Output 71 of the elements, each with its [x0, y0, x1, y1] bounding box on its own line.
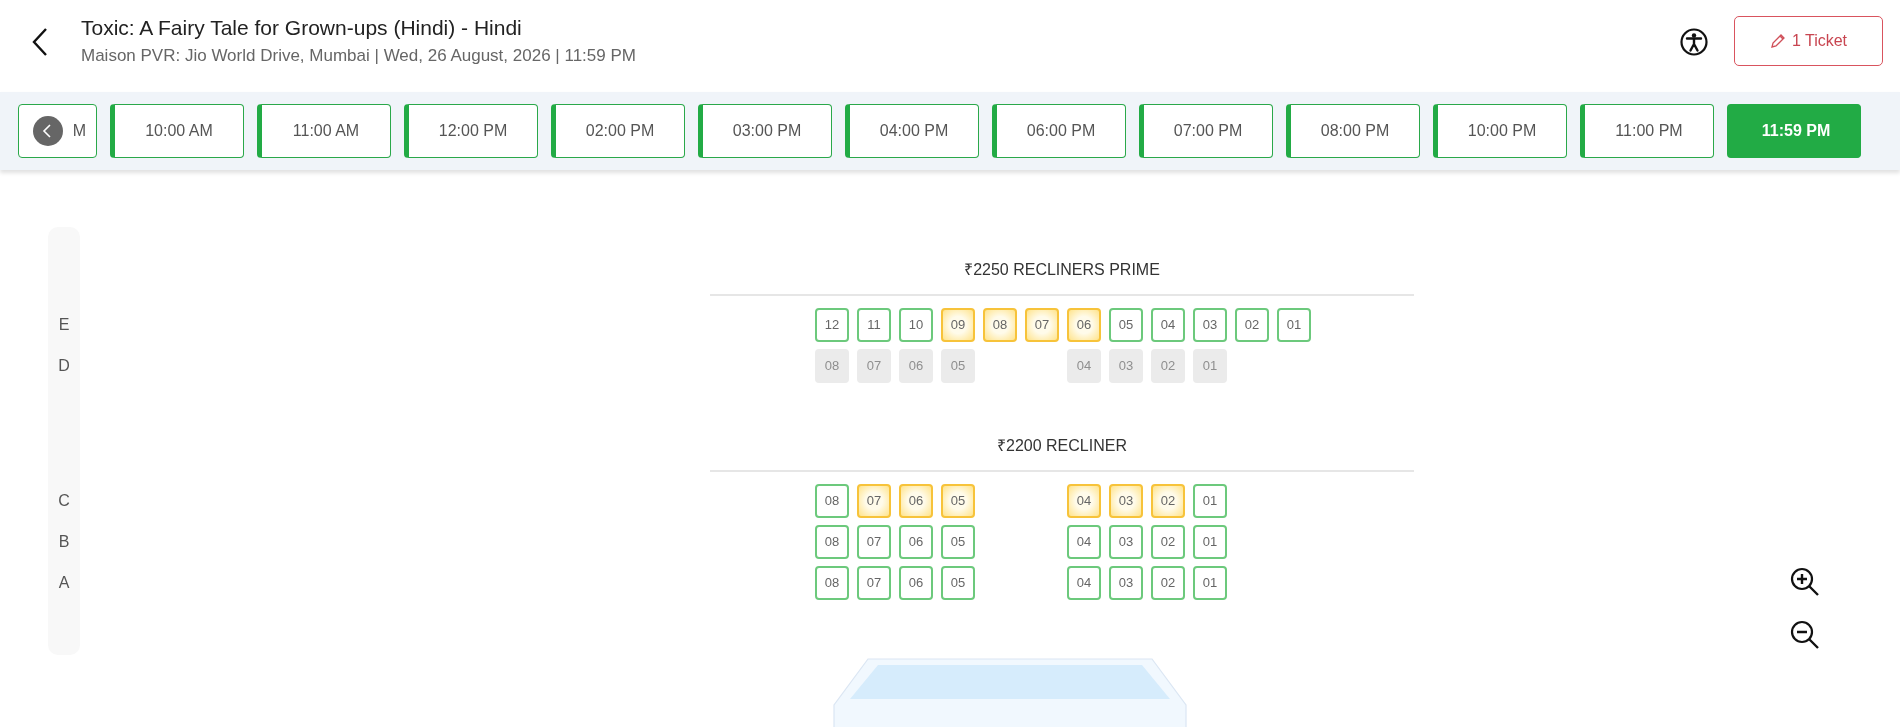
seat[interactable]: 02	[1151, 565, 1185, 600]
seat[interactable]: 01	[1193, 483, 1227, 518]
seat: 01	[1193, 348, 1227, 383]
seat: 02	[1151, 348, 1185, 383]
seat: 03	[1109, 348, 1143, 383]
seat: 05	[941, 348, 975, 383]
seat[interactable]: 01	[1193, 565, 1227, 600]
seat[interactable]: 04	[1067, 524, 1101, 559]
seat[interactable]: 08	[815, 524, 849, 559]
row-label: E	[57, 315, 71, 334]
seat[interactable]: 08	[983, 307, 1017, 342]
row-label: A	[57, 573, 71, 592]
section-title: ₹2200 RECLINER	[710, 434, 1414, 472]
showtime-button[interactable]: 06:00 PM	[992, 104, 1126, 158]
zoom-out-icon[interactable]	[1789, 619, 1821, 651]
seat[interactable]: 07	[857, 524, 891, 559]
seat[interactable]: 09	[941, 307, 975, 342]
seat[interactable]: 03	[1109, 524, 1143, 559]
seat[interactable]: 08	[815, 565, 849, 600]
seat[interactable]: 06	[1067, 307, 1101, 342]
seat[interactable]: 06	[899, 524, 933, 559]
row-label: C	[57, 491, 71, 510]
row-label: D	[57, 356, 71, 375]
seat[interactable]: 03	[1109, 565, 1143, 600]
showtime-button[interactable]: 03:00 PM	[698, 104, 832, 158]
seat[interactable]: 07	[1025, 307, 1059, 342]
seat[interactable]: 05	[941, 524, 975, 559]
seat[interactable]: 06	[899, 565, 933, 600]
seat[interactable]: 03	[1193, 307, 1227, 342]
seat[interactable]: 12	[815, 307, 849, 342]
seat[interactable]: 06	[899, 483, 933, 518]
showtime-button[interactable]: 12:00 PM	[404, 104, 538, 158]
seat[interactable]: 08	[815, 483, 849, 518]
section-title: ₹2250 RECLINERS PRIME	[710, 258, 1414, 296]
seat: 08	[815, 348, 849, 383]
showtime-button[interactable]: 08:00 PM	[1286, 104, 1420, 158]
seat[interactable]: 02	[1151, 483, 1185, 518]
showtime-button[interactable]: 11:00 AM	[257, 104, 391, 158]
back-icon[interactable]	[32, 27, 48, 57]
seat[interactable]: 01	[1193, 524, 1227, 559]
accessibility-icon[interactable]	[1680, 27, 1708, 56]
showtime-button[interactable]: 02:00 PM	[551, 104, 685, 158]
seat: 04	[1067, 348, 1101, 383]
showtime-button[interactable]: 10:00 PM	[1433, 104, 1567, 158]
scroll-left-button[interactable]	[33, 116, 63, 146]
ticket-count-button[interactable]: 1 Ticket	[1734, 16, 1883, 66]
seat: 06	[899, 348, 933, 383]
seat[interactable]: 05	[941, 565, 975, 600]
zoom-in-icon[interactable]	[1789, 566, 1821, 598]
showtime-button[interactable]: 10:00 AM	[110, 104, 244, 158]
seat[interactable]: 02	[1151, 524, 1185, 559]
seat[interactable]: 10	[899, 307, 933, 342]
seat[interactable]: 07	[857, 565, 891, 600]
pencil-icon	[1769, 33, 1786, 49]
showtime-button[interactable]: 04:00 PM	[845, 104, 979, 158]
showtime-button[interactable]: 11:00 PM	[1580, 104, 1714, 158]
seat[interactable]: 01	[1277, 307, 1311, 342]
seat[interactable]: 05	[1109, 307, 1143, 342]
seat[interactable]: 04	[1067, 483, 1101, 518]
seat: 07	[857, 348, 891, 383]
row-label: B	[57, 532, 71, 551]
seat[interactable]: 03	[1109, 483, 1143, 518]
show-details: Maison PVR: Jio World Drive, Mumbai | Wed, 26 August, 2026 | 11:59 PM	[81, 46, 637, 66]
seat[interactable]: 07	[857, 483, 891, 518]
seat[interactable]: 11	[857, 307, 891, 342]
seat[interactable]: 02	[1235, 307, 1269, 342]
seat[interactable]: 04	[1067, 565, 1101, 600]
movie-title: Toxic: A Fairy Tale for Grown-ups (Hindi) - Hindi	[81, 16, 523, 40]
seat[interactable]: 04	[1151, 307, 1185, 342]
showtime-button[interactable]: 07:00 PM	[1139, 104, 1273, 158]
seat[interactable]: 05	[941, 483, 975, 518]
